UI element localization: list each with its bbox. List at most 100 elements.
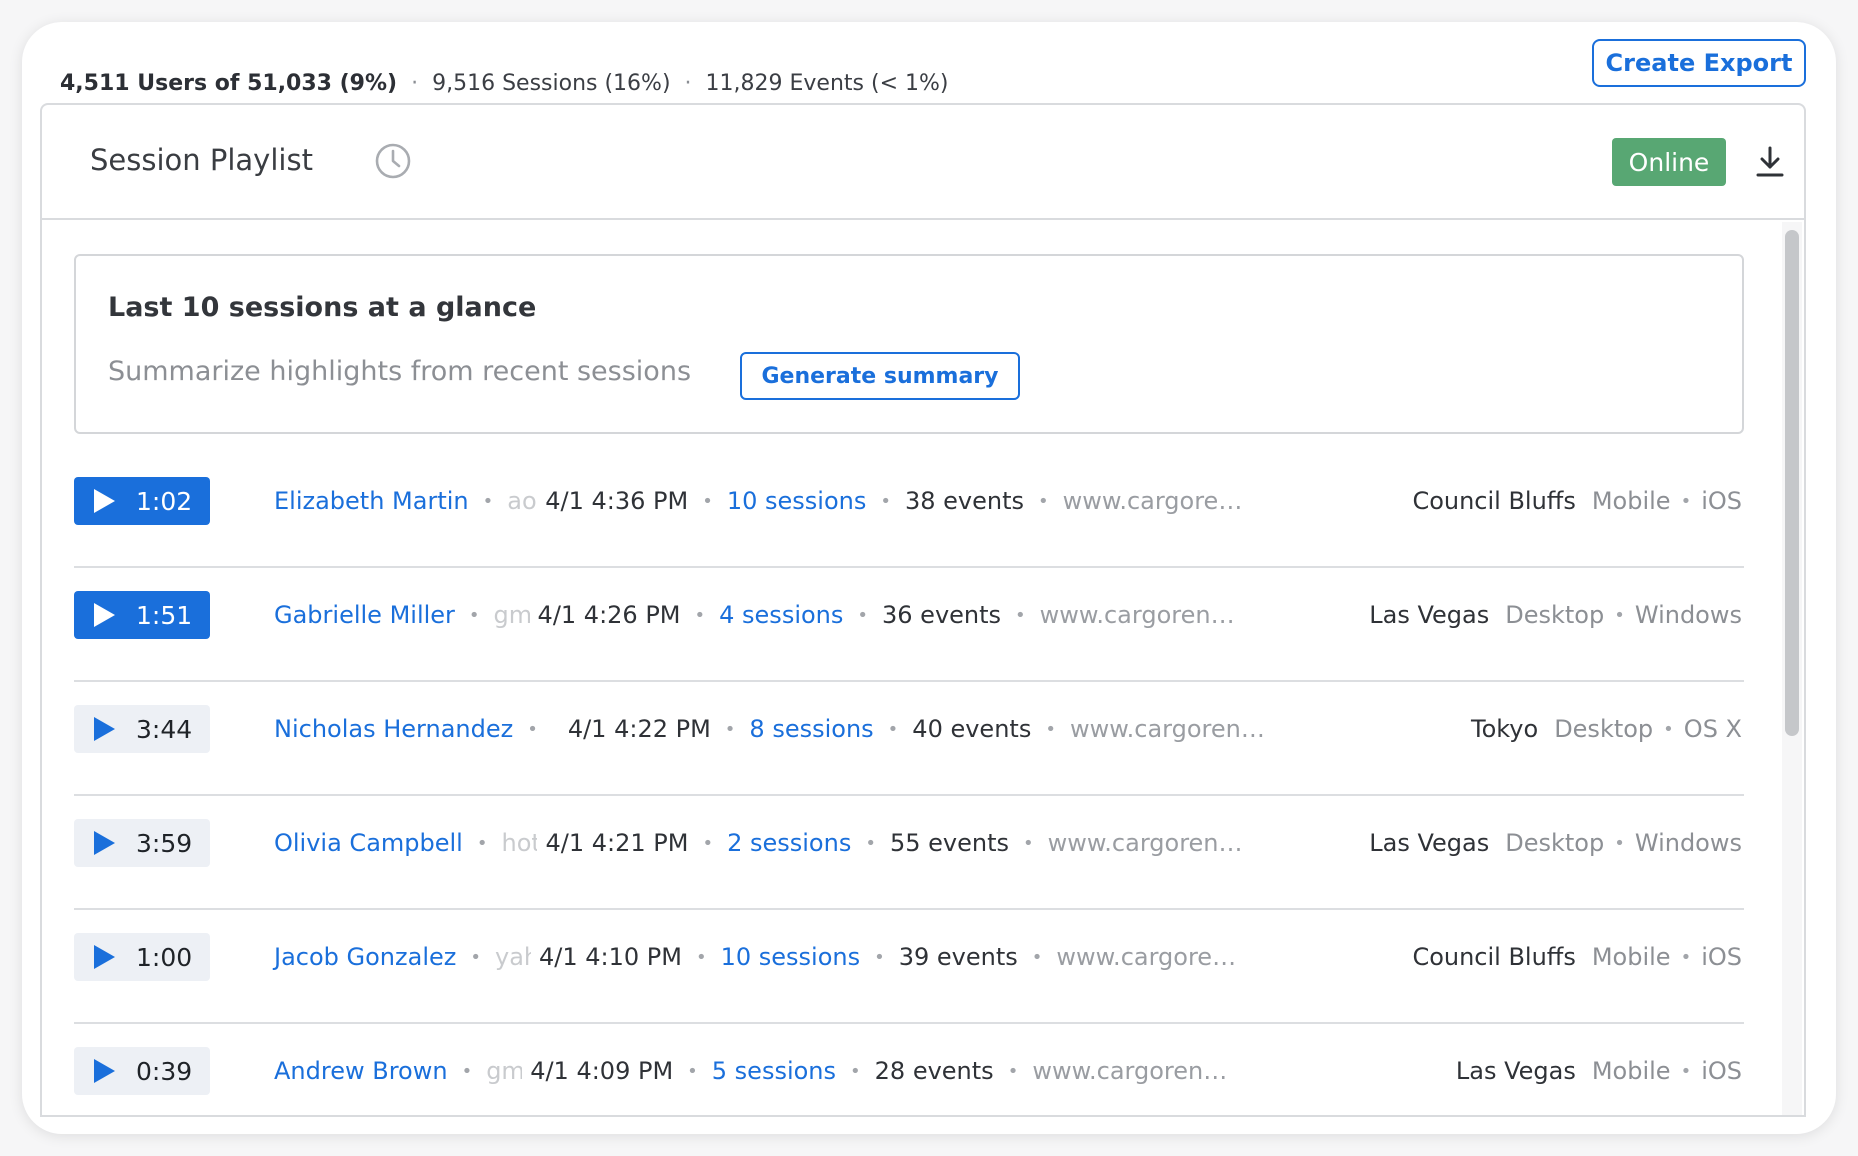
session-row[interactable]: 3:44 Nicholas Hernandez • 4/1 4:22 PM • 8 ses… [74,682,1744,796]
session-datetime: 4/1 4:10 PM [538,943,682,971]
separator-dot: • [702,832,714,854]
users-stat: 4,511 Users of 51,033 (9%) [60,70,398,96]
events-count: 39 events [898,943,1018,971]
session-device: Desktop [1505,829,1605,857]
session-row[interactable]: 3:59 Olivia Campbell • hotr 4/1 4:21 PM • 2 se… [74,796,1744,910]
download-icon[interactable] [1754,145,1786,179]
separator-dot: • [470,946,481,968]
separator-dot: • [1038,490,1049,512]
session-datetime: 4/1 4:22 PM [567,715,711,743]
scrollbar-thumb[interactable] [1785,230,1799,736]
session-location-device: Las Vegas Desktop • Windows [1369,592,1742,638]
user-email: yah [494,943,531,971]
user-name-link[interactable]: Gabrielle Miller [274,601,455,629]
play-icon [94,831,115,855]
create-export-button[interactable]: Create Export [1592,39,1806,87]
sessions-count-link[interactable]: 8 sessions [749,715,873,743]
sessions-count-link[interactable]: 10 sessions [721,943,861,971]
separator-dot: • [1007,1060,1019,1082]
session-city: Council Bluffs [1412,943,1576,971]
session-location-device: Council Bluffs Mobile • iOS [1412,934,1742,980]
sessions-count-link[interactable]: 2 sessions [727,829,851,857]
session-device: Desktop [1505,601,1605,629]
play-session-button[interactable]: 3:44 [74,705,211,753]
session-details: Olivia Campbell • hotr 4/1 4:21 PM • 2 sessio… [274,820,1244,866]
session-list-scroll[interactable]: Last 10 sessions at a glance Summarize h… [42,222,1804,1115]
stats-summary: 4,511 Users of 51,033 (9%) · 9,516 Sessi… [60,66,948,100]
separator-dot: • [850,1060,861,1082]
session-datetime: 4/1 4:21 PM [545,829,689,857]
user-email: gmai [493,601,530,629]
play-icon [94,603,115,627]
stat-separator: · [684,70,692,96]
separator-dot: • [857,604,869,626]
session-url: www.cargorenta... [1032,1057,1228,1085]
session-device: Desktop [1554,715,1654,743]
separator-dot: • [1680,946,1692,968]
separator-dot: • [476,832,488,854]
session-device: Mobile [1591,487,1671,515]
play-session-button[interactable]: 1:02 [74,477,211,525]
events-count: 40 events [912,715,1032,743]
separator-dot: • [724,718,736,740]
play-icon [94,717,115,741]
session-details: Elizabeth Martin • aol 4/1 4:36 PM • 10 sessi… [274,478,1249,524]
user-name-link[interactable]: Jacob Gonzalez [274,943,456,971]
summary-description: Summarize highlights from recent session… [108,356,692,387]
session-details: Gabrielle Miller • gmai4/1 4:26 PM • 4 sessi… [274,592,1236,638]
clock-history-icon[interactable] [374,142,412,180]
session-city: Council Bluffs [1412,487,1576,515]
session-location-device: Las Vegas Mobile • iOS [1456,1048,1742,1094]
summary-title: Last 10 sessions at a glance [108,292,537,323]
session-duration: 1:02 [136,486,193,516]
summary-box: Last 10 sessions at a glance Summarize h… [74,254,1744,434]
session-duration: 3:44 [136,714,193,744]
session-city: Las Vegas [1455,1057,1576,1085]
session-row[interactable]: 1:02 Elizabeth Martin • aol 4/1 4:36 PM • 10 s… [74,454,1744,568]
sessions-count-link[interactable]: 4 sessions [719,601,843,629]
session-city: Tokyo [1470,715,1539,743]
session-duration: 1:51 [136,600,193,630]
separator-dot: • [1031,946,1043,968]
separator-dot: • [687,1060,698,1082]
separator-dot: • [1680,1060,1692,1082]
session-city: Las Vegas [1369,601,1490,629]
user-name-link[interactable]: Andrew Brown [274,1057,448,1085]
play-session-button[interactable]: 1:00 [74,933,211,981]
separator-dot: • [1045,718,1056,740]
session-row[interactable]: 1:51 Gabrielle Miller • gmai4/1 4:26 PM • 4 s… [74,568,1744,682]
generate-summary-button[interactable]: Generate summary [740,352,1020,400]
sessions-count-link[interactable]: 5 sessions [712,1057,836,1085]
session-location-device: Las Vegas Desktop • Windows [1369,820,1742,866]
separator-dot: • [880,490,891,512]
session-os: iOS [1701,943,1742,971]
session-datetime: 4/1 4:09 PM [530,1057,674,1085]
separator-dot: • [527,718,538,740]
user-email: aol [507,487,537,515]
separator-dot: • [1680,490,1692,512]
session-datetime: 4/1 4:36 PM [545,487,689,515]
user-name-link[interactable]: Olivia Campbell [274,829,463,857]
events-count: 55 events [889,829,1009,857]
session-row[interactable]: 1:00 Jacob Gonzalez • yah4/1 4:10 PM • 10 ses… [74,910,1744,1024]
session-datetime: 4/1 4:26 PM [537,601,681,629]
events-count: 28 events [874,1057,994,1085]
sessions-stat: 9,516 Sessions (16%) [432,70,671,96]
play-session-button[interactable]: 0:39 [74,1047,211,1095]
session-device: Mobile [1591,943,1671,971]
user-name-link[interactable]: Nicholas Hernandez [274,715,513,743]
session-details: Andrew Brown • gmai4/1 4:09 PM • 5 sessions •… [274,1048,1228,1094]
events-count: 38 events [904,487,1025,515]
session-row[interactable]: 0:39 Andrew Brown • gmai4/1 4:09 PM • 5 sessi… [74,1024,1744,1115]
play-session-button[interactable]: 3:59 [74,819,211,867]
separator-dot: • [1614,832,1625,854]
separator-dot: • [865,832,876,854]
session-location-device: Council Bluffs Mobile • iOS [1412,478,1742,524]
session-os: iOS [1701,1057,1742,1085]
session-os: OS X [1683,715,1742,743]
separator-dot: • [887,718,899,740]
session-device: Mobile [1591,1057,1671,1085]
user-name-link[interactable]: Elizabeth Martin [274,487,469,515]
play-session-button[interactable]: 1:51 [74,591,211,639]
sessions-count-link[interactable]: 10 sessions [727,487,867,515]
